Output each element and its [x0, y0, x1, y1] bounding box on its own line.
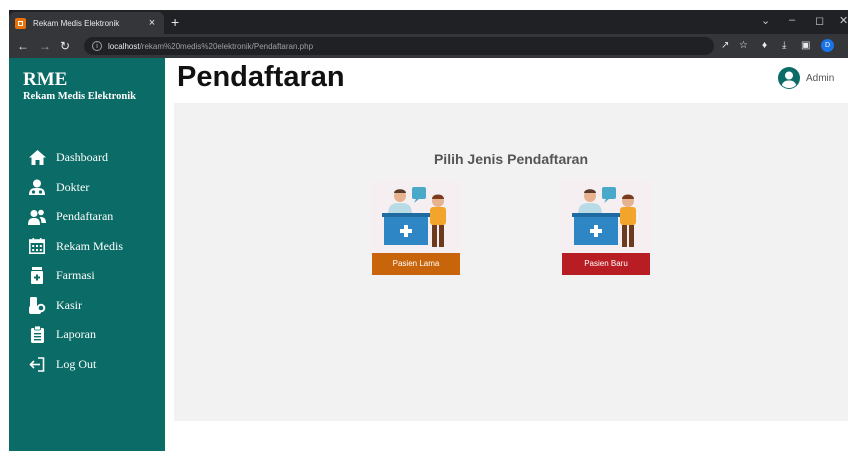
sidebar-item-rekam-medis[interactable]: Rekam Medis: [9, 232, 165, 262]
sidebar-item-label: Log Out: [56, 356, 97, 371]
forward-icon[interactable]: →: [39, 38, 51, 54]
address-bar[interactable]: i localhost/rekam%20medis%20elektronik/P…: [84, 37, 714, 55]
extensions-icon[interactable]: ♦: [762, 39, 767, 53]
main-content: Pilih Jenis Pendaftaran Pasien Lama Pasi…: [174, 103, 848, 421]
tab-close-button[interactable]: ×: [146, 17, 158, 29]
doctor-icon: [28, 178, 46, 196]
logout-icon: [28, 355, 46, 373]
user-name: Admin: [806, 72, 835, 84]
sidebar-item-pendaftaran[interactable]: Pendaftaran: [9, 202, 165, 232]
web-page: RME Rekam Medis Elektronik Dashboard Dok…: [9, 58, 848, 451]
minimize-icon[interactable]: –: [789, 14, 795, 26]
close-window-icon[interactable]: ✕: [839, 14, 848, 27]
registration-desk-illustration: [370, 180, 462, 255]
sidebar-item-dokter[interactable]: Dokter: [9, 173, 165, 203]
cash-hand-icon: [28, 296, 46, 314]
home-icon: [28, 149, 46, 167]
medicine-bottle-icon: [28, 267, 46, 285]
sidebar-item-label: Dashboard: [56, 150, 108, 165]
page-title: Pendaftaran: [177, 61, 345, 93]
tab-title: Rekam Medis Elektronik: [33, 18, 120, 28]
card-pasien-baru: Pasien Baru: [560, 180, 652, 275]
clipboard-icon: [28, 326, 46, 344]
browser-tab[interactable]: Rekam Medis Elektronik ×: [9, 12, 164, 34]
content-heading: Pilih Jenis Pendaftaran: [433, 151, 589, 167]
favicon-icon: [15, 17, 26, 29]
sidebar-item-label: Kasir: [56, 297, 82, 312]
tab-search-icon[interactable]: ⌄: [761, 14, 770, 27]
pasien-lama-button[interactable]: Pasien Lama: [372, 253, 460, 275]
bookmark-star-icon[interactable]: ☆: [739, 39, 748, 53]
browser-toolbar: ← → ↻ i localhost/rekam%20medis%20elektr…: [9, 34, 848, 58]
side-panel-icon[interactable]: ▣: [801, 39, 810, 53]
sidebar-item-label: Rekam Medis: [56, 238, 123, 253]
calendar-icon: [28, 237, 46, 255]
sidebar-item-label: Farmasi: [56, 268, 95, 283]
new-tab-button[interactable]: +: [171, 14, 179, 30]
sidebar-item-kasir[interactable]: Kasir: [9, 291, 165, 321]
sidebar-item-log-out[interactable]: Log Out: [9, 350, 165, 380]
sidebar-item-label: Pendaftaran: [56, 209, 114, 224]
url-host: localhost: [108, 41, 140, 51]
browser-tab-bar: Rekam Medis Elektronik × + ⌄ – ◻ ✕: [9, 10, 848, 34]
restore-icon[interactable]: ◻: [815, 14, 824, 27]
brand-title: RME: [23, 69, 68, 90]
user-avatar-icon: [778, 67, 800, 89]
site-info-icon[interactable]: i: [92, 41, 102, 51]
sidebar: RME Rekam Medis Elektronik Dashboard Dok…: [9, 58, 165, 451]
user-menu[interactable]: Admin: [778, 67, 834, 89]
sidebar-menu: Dashboard Dokter Pendaftaran Rekam Medis: [9, 143, 165, 379]
registration-desk-illustration: [560, 180, 652, 255]
share-icon[interactable]: ↗: [721, 39, 729, 53]
reload-icon[interactable]: ↻: [60, 38, 70, 54]
sidebar-item-label: Laporan: [56, 327, 96, 342]
sidebar-item-laporan[interactable]: Laporan: [9, 320, 165, 350]
sidebar-item-dashboard[interactable]: Dashboard: [9, 143, 165, 173]
sidebar-item-label: Dokter: [56, 179, 90, 194]
card-pasien-lama: Pasien Lama: [370, 180, 462, 275]
brand-subtitle: Rekam Medis Elektronik: [23, 91, 136, 102]
profile-avatar[interactable]: D: [821, 39, 834, 52]
sidebar-item-farmasi[interactable]: Farmasi: [9, 261, 165, 291]
download-icon[interactable]: ⤓: [782, 39, 786, 53]
back-icon[interactable]: ←: [17, 38, 29, 54]
users-icon: [28, 208, 46, 226]
url-path: /rekam%20medis%20elektronik/Pendaftaran.…: [139, 41, 314, 51]
pasien-baru-button[interactable]: Pasien Baru: [562, 253, 650, 275]
